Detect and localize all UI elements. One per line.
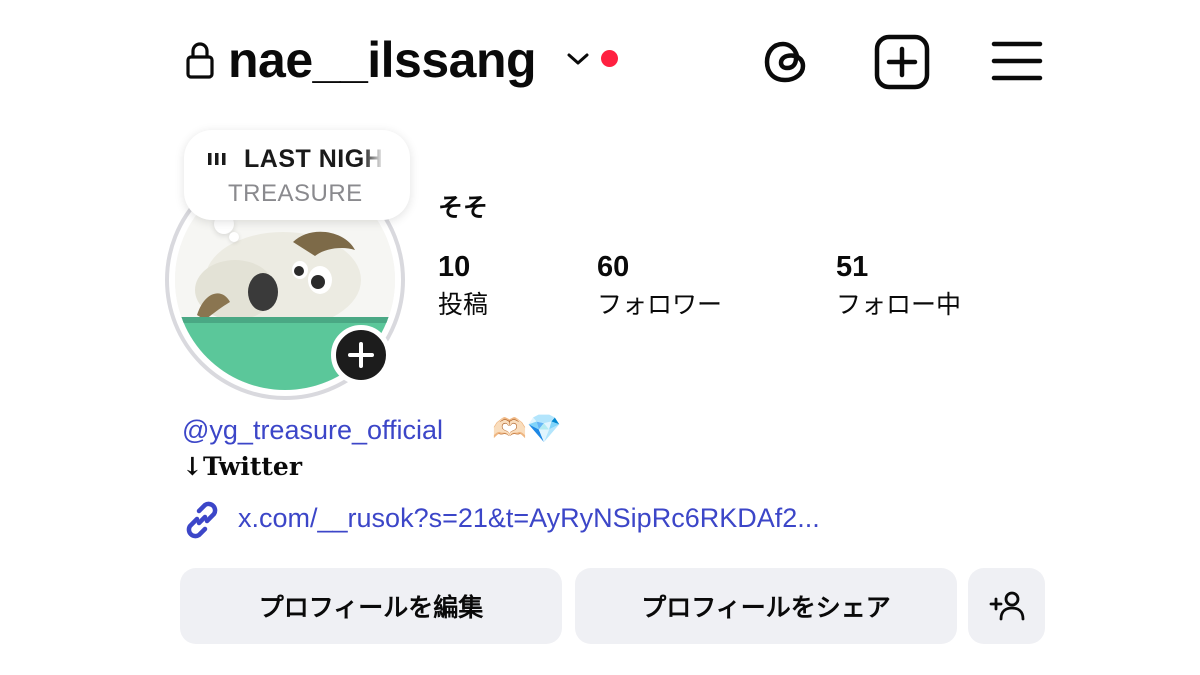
bio-mention-link[interactable]: @yg_treasure_official	[182, 415, 443, 446]
threads-icon	[764, 41, 806, 83]
lock-icon	[186, 42, 214, 79]
note-bubble-tail-small	[229, 232, 239, 242]
stat-followers-count: 60	[597, 251, 630, 283]
edit-profile-button[interactable]: プロフィールを編集	[180, 568, 562, 644]
add-post-icon	[874, 34, 930, 90]
plus-icon	[348, 342, 374, 368]
notification-dot	[601, 50, 618, 67]
bio-emoji: 🫶🏻💎	[492, 413, 562, 444]
display-name: そそ	[438, 194, 489, 222]
note-artist: TREASURE	[228, 180, 363, 207]
menu-icon	[991, 41, 1043, 81]
link-icon	[186, 501, 218, 539]
threads-button[interactable]	[757, 32, 817, 92]
stat-following-label: フォロー中	[836, 291, 962, 319]
stat-posts-count: 10	[438, 251, 471, 283]
bio-external-link[interactable]: x.com/__rusok?s=21&t=AyRyNSipRc6RKDAf2..…	[238, 503, 820, 534]
bio-text: ↓Twitter	[182, 452, 302, 481]
stat-followers-label: フォロワー	[597, 291, 723, 319]
stat-posts-label: 投稿	[438, 291, 489, 319]
chevron-down-icon[interactable]	[566, 50, 590, 68]
share-profile-button[interactable]: プロフィールをシェア	[575, 568, 957, 644]
discover-people-button[interactable]	[968, 568, 1045, 644]
create-post-button[interactable]	[872, 32, 932, 92]
note-song-title: LAST NIGHT	[244, 145, 384, 173]
stat-posts[interactable]: 10 投稿	[438, 250, 488, 320]
stat-following-count: 51	[836, 251, 869, 283]
add-user-icon	[989, 591, 1024, 621]
stat-following[interactable]: 51 フォロー中	[836, 250, 961, 320]
music-bars-icon	[208, 153, 226, 165]
stat-followers[interactable]: 60 フォロワー	[597, 250, 722, 320]
menu-button[interactable]	[988, 32, 1048, 92]
add-story-button[interactable]	[331, 325, 391, 385]
username-title[interactable]: nae__ilssang	[228, 30, 537, 90]
